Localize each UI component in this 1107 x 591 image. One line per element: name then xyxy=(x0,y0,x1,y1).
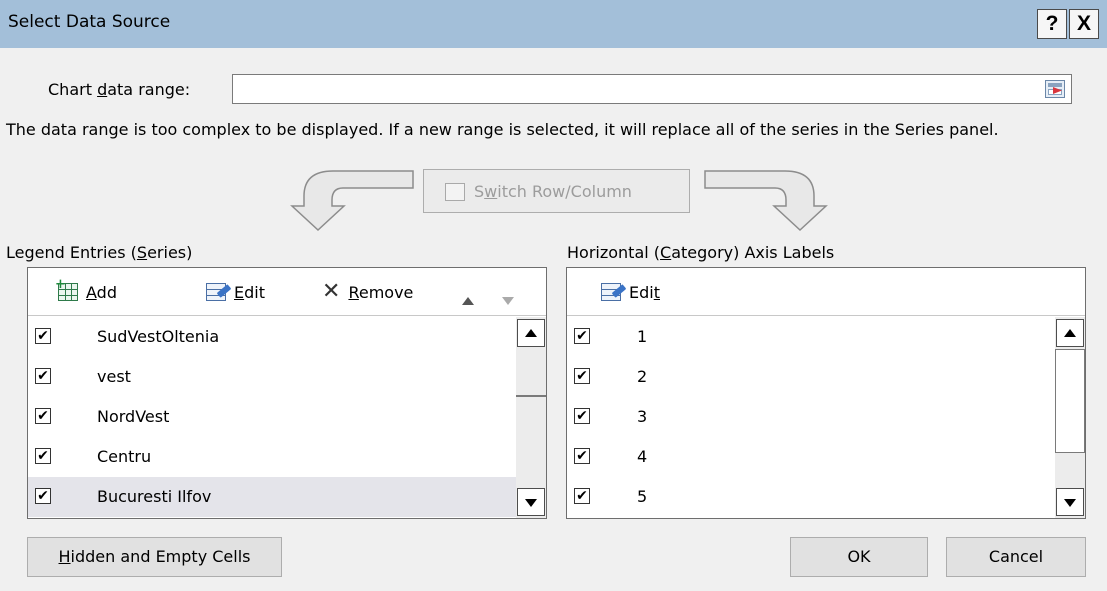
series-label: Bucuresti Ilfov xyxy=(97,487,212,506)
series-checkbox[interactable]: ✔ xyxy=(35,328,51,344)
series-checkbox[interactable]: ✔ xyxy=(35,368,51,384)
category-row[interactable]: ✔ 5 xyxy=(567,477,1055,517)
edit-axis-label: Edit xyxy=(629,282,660,302)
switch-row-column-button[interactable]: Switch Row/Column xyxy=(423,169,690,213)
legend-scroll-up-button[interactable] xyxy=(517,319,545,347)
edit-icon xyxy=(601,283,627,301)
add-icon: + xyxy=(55,277,78,301)
series-label: vest xyxy=(97,367,131,386)
legend-toolbar: + Add Edit ✕ Remove xyxy=(28,268,546,316)
edit-series-button[interactable]: Edit xyxy=(206,280,265,304)
axis-labels-list: ✔ 1 ✔ 2 ✔ 3 ✔ 4 ✔ 5 xyxy=(567,317,1085,518)
series-checkbox[interactable]: ✔ xyxy=(35,448,51,464)
axis-scroll-thumb[interactable] xyxy=(1055,349,1085,453)
help-button[interactable]: ? xyxy=(1037,9,1067,39)
series-row[interactable]: ✔ Bucuresti Ilfov xyxy=(28,477,516,517)
legend-entries-heading: Legend Entries (Series) xyxy=(6,243,193,262)
series-label: NordVest xyxy=(97,407,170,426)
legend-series-list: ✔ SudVestOltenia ✔ vest ✔ NordVest ✔ Centru ✔ Buc… xyxy=(28,317,546,518)
category-label: 5 xyxy=(637,487,648,506)
move-down-icon xyxy=(502,297,514,305)
ok-button[interactable]: OK xyxy=(790,537,928,577)
remove-label: Remove xyxy=(348,282,414,302)
switch-row-column-icon xyxy=(445,183,465,201)
series-row[interactable]: ✔ vest xyxy=(28,357,516,397)
series-row[interactable]: ✔ NordVest xyxy=(28,397,516,437)
legend-scroll-thumb[interactable] xyxy=(516,395,546,397)
collapse-dialog-icon[interactable] xyxy=(1045,80,1065,98)
legend-scroll-down-button[interactable] xyxy=(517,488,545,516)
category-row[interactable]: ✔ 4 xyxy=(567,437,1055,477)
category-label: 1 xyxy=(637,327,648,346)
remove-icon: ✕ xyxy=(322,279,341,304)
hidden-and-empty-cells-button[interactable]: Hidden and Empty Cells xyxy=(27,537,282,577)
legend-entries-panel: + Add Edit ✕ Remove ✔ SudVestOltenia ✔ vest… xyxy=(27,267,547,519)
category-checkbox[interactable]: ✔ xyxy=(574,448,590,464)
range-info-text: The data range is too complex to be disp… xyxy=(6,120,999,139)
close-button[interactable]: X xyxy=(1069,9,1099,39)
axis-toolbar: Edit xyxy=(567,268,1085,316)
switch-row-column-label: Switch Row/Column xyxy=(474,182,632,201)
series-label: Centru xyxy=(97,447,152,466)
edit-axis-labels-button[interactable]: Edit xyxy=(601,280,660,304)
series-row[interactable]: ✔ SudVestOltenia xyxy=(28,317,516,357)
chart-data-range-label: Chart data range: xyxy=(48,80,191,99)
series-label: SudVestOltenia xyxy=(97,327,220,346)
category-row[interactable]: ✔ 1 xyxy=(567,317,1055,357)
category-label: 2 xyxy=(637,367,648,386)
curved-arrow-right-icon xyxy=(704,170,828,232)
window-title: Select Data Source xyxy=(8,12,171,32)
category-checkbox[interactable]: ✔ xyxy=(574,408,590,424)
title-bar[interactable]: Select Data Source ? X xyxy=(0,0,1107,48)
category-row[interactable]: ✔ 2 xyxy=(567,357,1055,397)
cancel-button[interactable]: Cancel xyxy=(946,537,1086,577)
edit-icon xyxy=(206,283,232,301)
move-up-button[interactable] xyxy=(462,289,474,313)
axis-scroll-up-button[interactable] xyxy=(1056,319,1084,347)
axis-labels-heading: Horizontal (Category) Axis Labels xyxy=(567,243,835,262)
axis-scroll-down-button[interactable] xyxy=(1056,488,1084,516)
category-checkbox[interactable]: ✔ xyxy=(574,328,590,344)
category-checkbox[interactable]: ✔ xyxy=(574,488,590,504)
edit-label: Edit xyxy=(234,282,265,302)
series-checkbox[interactable]: ✔ xyxy=(35,408,51,424)
category-label: 4 xyxy=(637,447,648,466)
select-data-source-dialog: Select Data Source ? X Chart data range:… xyxy=(0,0,1107,591)
axis-labels-panel: Edit ✔ 1 ✔ 2 ✔ 3 ✔ 4 ✔ 5 xyxy=(566,267,1086,519)
chart-data-range-input[interactable] xyxy=(232,74,1072,104)
add-series-button[interactable]: + Add xyxy=(55,277,117,304)
move-down-button[interactable] xyxy=(502,289,514,313)
legend-scrollbar[interactable] xyxy=(516,317,546,518)
add-label: Add xyxy=(86,282,117,302)
move-up-icon xyxy=(462,297,474,305)
series-checkbox[interactable]: ✔ xyxy=(35,488,51,504)
remove-series-button[interactable]: ✕ Remove xyxy=(322,280,413,304)
category-checkbox[interactable]: ✔ xyxy=(574,368,590,384)
category-row[interactable]: ✔ 3 xyxy=(567,397,1055,437)
series-row[interactable]: ✔ Centru xyxy=(28,437,516,477)
axis-scrollbar[interactable] xyxy=(1055,317,1085,518)
category-label: 3 xyxy=(637,407,648,426)
curved-arrow-left-icon xyxy=(290,170,414,232)
